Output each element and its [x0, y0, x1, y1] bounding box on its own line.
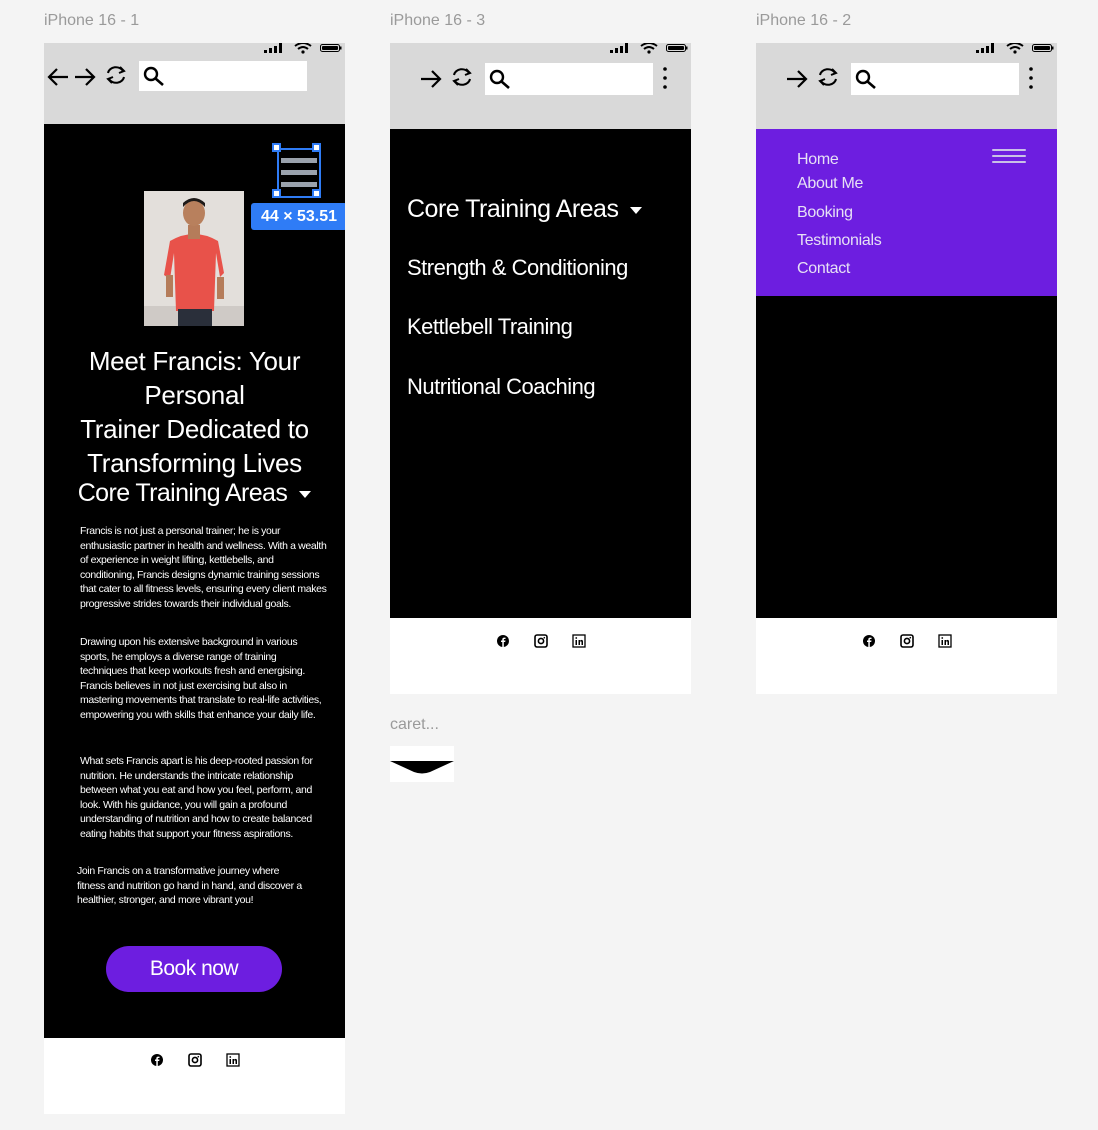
search-input[interactable] — [851, 63, 1019, 95]
hero-title-line: Meet Francis: Your Personal — [88, 346, 301, 410]
nav-link-home[interactable]: Home — [797, 151, 839, 169]
home-screen: 44 × 53.51 Meet Francis: Your Personal T… — [44, 124, 345, 1038]
nav-link-about[interactable]: About Me — [797, 175, 863, 193]
dropdown-item-kettlebell[interactable]: Kettlebell Training — [407, 314, 573, 340]
search-icon — [489, 69, 510, 89]
browser-bar — [756, 43, 1057, 129]
caret-shape-icon — [390, 761, 454, 774]
facebook-icon[interactable] — [862, 634, 876, 648]
hero-title: Meet Francis: Your Personal Trainer Dedi… — [44, 344, 345, 480]
refresh-icon[interactable] — [451, 67, 473, 87]
core-training-label: Core Training Areas — [407, 195, 619, 223]
facebook-icon[interactable] — [150, 1053, 164, 1067]
frame-label-2[interactable]: iPhone 16 - 2 — [756, 12, 851, 30]
browser-bar — [390, 43, 691, 129]
footer — [756, 629, 1057, 653]
menu-screen: Home About Me Booking Testimonials Conta… — [756, 129, 1057, 618]
nav-link-testimonials[interactable]: Testimonials — [797, 232, 882, 250]
intro-paragraph: What sets Francis apart is his deep-root… — [80, 755, 313, 840]
frame-label-3[interactable]: iPhone 16 - 3 — [390, 12, 485, 30]
search-icon — [855, 69, 876, 89]
footer — [44, 1048, 345, 1072]
hero-title-line: Transforming Lives — [87, 448, 302, 478]
linkedin-icon[interactable] — [225, 1053, 240, 1067]
kebab-menu-icon[interactable] — [662, 65, 668, 93]
linkedin-icon[interactable] — [937, 634, 952, 648]
core-training-dropdown[interactable]: Core Training Areas — [407, 195, 643, 224]
linkedin-icon[interactable] — [571, 634, 586, 648]
signal-icon — [610, 43, 628, 53]
hamburger-line — [992, 161, 1026, 163]
instagram-icon[interactable] — [187, 1053, 202, 1067]
browser-bar — [44, 43, 345, 124]
dropdown-screen: Core Training Areas Strength & Condition… — [390, 129, 691, 618]
frame-label-1[interactable]: iPhone 16 - 1 — [44, 12, 139, 30]
component-label-caret[interactable]: caret... — [390, 716, 439, 734]
search-input[interactable] — [485, 63, 653, 95]
intro-paragraph: Join Francis on a transformative journey… — [77, 865, 302, 906]
arrow-right-icon[interactable] — [73, 67, 97, 87]
nav-link-contact[interactable]: Contact — [797, 260, 850, 278]
dropdown-item-nutrition[interactable]: Nutritional Coaching — [407, 374, 596, 400]
selection-handle[interactable] — [312, 189, 321, 198]
arrow-right-icon[interactable] — [419, 69, 443, 89]
frame-iphone-16-3[interactable]: Core Training Areas Strength & Condition… — [390, 43, 691, 694]
caret-down-icon — [630, 206, 643, 214]
wifi-icon — [1006, 43, 1024, 54]
battery-icon — [1032, 44, 1054, 52]
search-input[interactable] — [139, 61, 307, 91]
frame-iphone-16-2[interactable]: Home About Me Booking Testimonials Conta… — [756, 43, 1057, 694]
status-icons — [976, 43, 1054, 54]
book-now-button[interactable]: Book now — [106, 946, 282, 992]
battery-icon — [666, 44, 688, 52]
dropdown-item-strength[interactable]: Strength & Conditioning — [407, 255, 628, 281]
hamburger-menu-button[interactable] — [992, 149, 1026, 167]
facebook-icon[interactable] — [496, 634, 510, 648]
profile-photo — [144, 191, 244, 326]
instagram-icon[interactable] — [899, 634, 914, 648]
intro-paragraph: Francis is not just a personal trainer; … — [80, 525, 327, 610]
signal-icon — [264, 43, 282, 53]
wifi-icon — [640, 43, 658, 54]
nav-menu-panel: Home About Me Booking Testimonials Conta… — [756, 129, 1057, 296]
footer — [390, 629, 691, 653]
caret-component[interactable] — [390, 746, 454, 782]
intro-paragraph: Drawing upon his extensive background in… — [80, 636, 322, 721]
selection-handle[interactable] — [272, 189, 281, 198]
hamburger-line — [992, 149, 1026, 151]
frame-iphone-16-1[interactable]: 44 × 53.51 Meet Francis: Your Personal T… — [44, 43, 345, 1114]
instagram-icon[interactable] — [533, 634, 548, 648]
refresh-icon[interactable] — [105, 65, 127, 85]
kebab-menu-icon[interactable] — [1028, 65, 1034, 93]
caret-down-icon — [299, 490, 312, 498]
arrow-left-icon[interactable] — [46, 67, 70, 87]
nav-link-booking[interactable]: Booking — [797, 204, 853, 222]
selection-handle[interactable] — [312, 143, 321, 152]
refresh-icon[interactable] — [817, 67, 839, 87]
hero-title-line: Trainer Dedicated to — [80, 414, 309, 444]
search-icon — [143, 66, 164, 86]
status-icons — [610, 43, 688, 54]
arrow-right-icon[interactable] — [785, 69, 809, 89]
status-icons — [264, 43, 342, 54]
core-training-label: Core Training Areas — [77, 479, 288, 507]
core-training-dropdown[interactable]: Core Training Areas — [44, 479, 345, 508]
battery-icon — [320, 44, 342, 52]
hamburger-line — [992, 155, 1026, 157]
signal-icon — [976, 43, 994, 53]
selection-handle[interactable] — [272, 143, 281, 152]
wifi-icon — [294, 43, 312, 54]
dimension-label: 44 × 53.51 — [251, 203, 345, 230]
